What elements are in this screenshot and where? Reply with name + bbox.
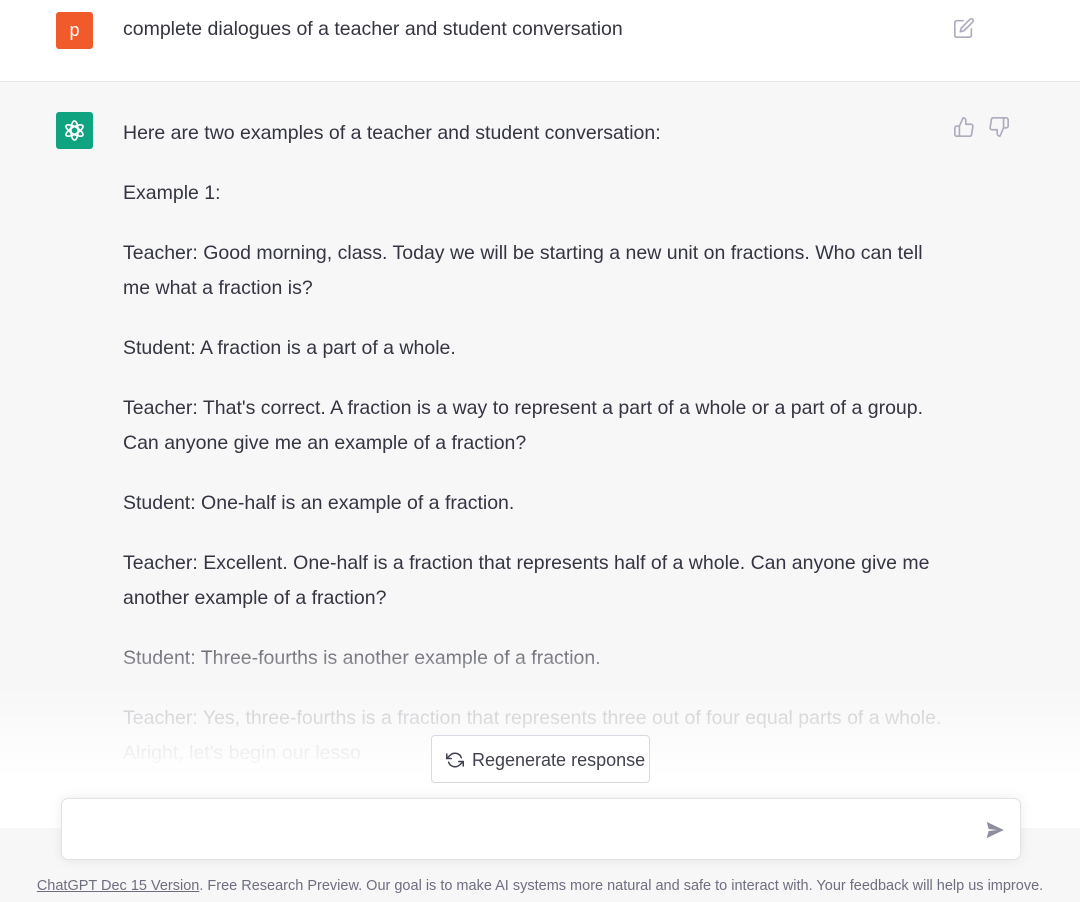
footer-disclaimer: ChatGPT Dec 15 Version. Free Research Pr…: [0, 876, 1080, 896]
user-message-row: p complete dialogues of a teacher and st…: [0, 0, 1080, 82]
footer-text: . Free Research Preview. Our goal is to …: [199, 878, 1044, 894]
thumbs-down-icon[interactable]: [988, 116, 1010, 138]
answer-paragraph-intro: Here are two examples of a teacher and s…: [123, 122, 661, 144]
answer-paragraph-teacher-3: Teacher: Excellent. One-half is a fracti…: [123, 552, 930, 609]
regenerate-response-button[interactable]: Regenerate response: [431, 735, 650, 783]
openai-logo-icon: [65, 120, 84, 141]
answer-paragraph-teacher-1: Teacher: Good morning, class. Today we w…: [123, 242, 923, 299]
answer-paragraph-teacher-2: Teacher: That's correct. A fraction is a…: [123, 397, 924, 454]
message-composer: [61, 798, 1021, 860]
version-link[interactable]: ChatGPT Dec 15 Version: [37, 878, 200, 894]
assistant-message-text: Here are two examples of a teacher and s…: [123, 116, 953, 796]
regenerate-response-label: Regenerate response: [472, 750, 646, 770]
answer-paragraph-example-heading: Example 1:: [123, 182, 221, 204]
message-input[interactable]: [78, 813, 958, 845]
answer-paragraph-student-2: Student: One-half is an example of a fra…: [123, 492, 515, 514]
user-message-text: complete dialogues of a teacher and stud…: [123, 18, 623, 40]
assistant-avatar: [56, 112, 93, 149]
answer-paragraph-student-3: Student: Three-fourths is another exampl…: [123, 647, 601, 669]
user-avatar: p: [56, 12, 93, 49]
edit-icon[interactable]: [953, 17, 975, 39]
send-icon[interactable]: [984, 819, 1006, 841]
refresh-icon: [446, 752, 464, 768]
answer-paragraph-student-1: Student: A fraction is a part of a whole…: [123, 337, 456, 359]
thumbs-up-icon[interactable]: [953, 116, 975, 138]
